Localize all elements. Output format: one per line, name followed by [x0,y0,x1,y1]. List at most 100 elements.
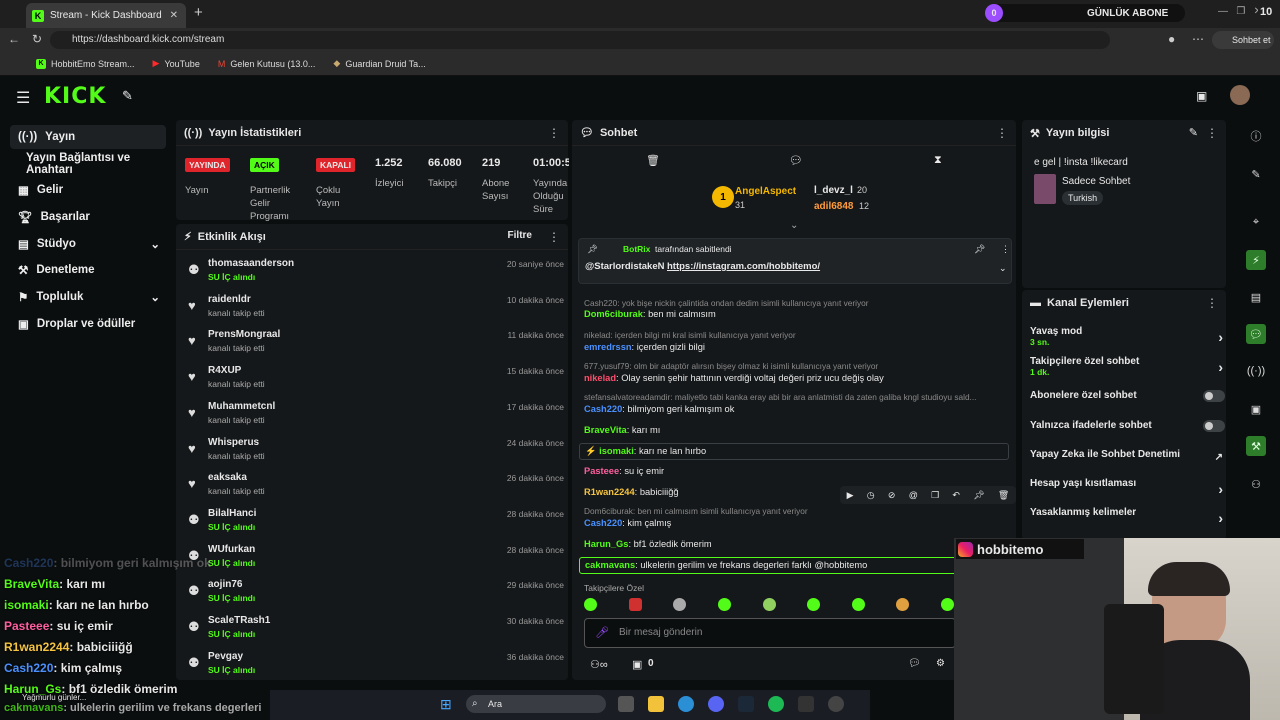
sidebar-item-droplar[interactable]: ▣ Droplar ve ödüller [10,312,166,336]
channel-action-row[interactable]: Yavaş mod 3 sn. › [1030,326,1225,350]
reload-icon[interactable]: ↻ [32,32,42,46]
browser-tab[interactable]: K Stream - Kick Dashboard ✕ [26,3,186,28]
close-tab-icon[interactable]: ✕ [170,10,178,21]
more-options-icon[interactable]: ⋮ [548,230,560,244]
hourglass-icon[interactable]: ⧗ [934,154,942,167]
info-icon[interactable]: ⓘ [1246,126,1266,146]
sidebar-item-stream-key[interactable]: Yayın Bağlantısı ve Anahtarı [18,152,178,176]
pinned-link[interactable]: https://instagram.com/hobbitemo/ [667,261,820,272]
chat-username[interactable]: nikelad [584,373,616,383]
chevron-down-icon[interactable]: ⌄ [999,263,1007,274]
toggle-switch[interactable] [1203,390,1225,402]
chat-bubble-icon[interactable]: 💬︎ [789,154,803,167]
chat-input[interactable]: 🎤︎ Bir mesaj gönderin [584,618,956,648]
edge-icon[interactable] [678,696,694,712]
activity-row[interactable]: ⚉ BilalHanci SU İÇ alındı 28 dakika önce [184,506,564,542]
chat-message[interactable]: ⚡ isomaki: karı ne lan hırbo [579,443,1009,460]
chat-message[interactable]: Pasteee: su iç emir [584,466,664,476]
chat-message[interactable]: nikelad: Olay senin şehir hattının verdi… [584,373,884,383]
chat-username[interactable]: cakmavans [585,560,635,570]
activity-row[interactable]: ⚉ thomasaanderson SU İÇ alındı 20 saniye ön… [184,256,564,292]
channel-action-row[interactable]: Takipçilere özel sohbet 1 dk. › [1030,356,1225,380]
more-options-icon[interactable]: ⋮ [548,126,560,140]
reply-icon[interactable]: ↶ [952,490,960,501]
chat-message[interactable]: Cash220: bilmiyom geri kalmışım ok [584,404,734,414]
chat-icon[interactable]: 💬︎ [1246,324,1266,344]
chat-username[interactable]: R1wan2244 [584,487,635,497]
chat-message[interactable]: cakmavans: ulkelerin gerilim ve frekans … [579,557,1009,574]
clock-icon[interactable]: ◷ [867,490,875,501]
activity-row[interactable]: ⚉ Pevgay SU İÇ alındı 36 dakika önce [184,649,564,680]
window-controls[interactable]: — ❐ ✕ [1218,6,1262,17]
settings-icon[interactable]: ⚙ [936,658,945,669]
file-explorer-icon[interactable] [648,696,664,712]
play-icon[interactable]: ▶ [847,490,854,501]
activity-row[interactable]: ♥ R4XUP kanalı takip etti 15 dakika önce [184,363,564,399]
sidebar-item-topluluk[interactable]: ⚑ Topluluk ⌄ [10,285,166,309]
chat-username[interactable]: Harun_Gs [584,539,628,549]
toggle-switch[interactable] [1203,420,1225,432]
profile-icon[interactable]: ● [1168,32,1175,46]
tools-icon[interactable]: ✎ [122,88,133,104]
activity-row[interactable]: ♥ eaksaka kanalı takip etti 26 dakika önce [184,470,564,506]
channel-action-row[interactable]: Abonelere özel sohbet [1030,390,1225,414]
unpin-icon[interactable]: 📌︎ [974,244,985,255]
bolt-icon[interactable]: ⚡︎ [1246,250,1266,270]
back-icon[interactable]: ← [8,32,20,46]
bookmark-hobbitemo[interactable]: K HobbitEmo Stream... [36,58,135,69]
activity-row[interactable]: ⚉ ScaleTRash1 SU İÇ alındı 30 dakika önce [184,613,564,649]
channel-action-row[interactable]: Yasaklanmış kelimeler › [1030,507,1225,531]
discord-icon[interactable] [708,696,724,712]
chat-message[interactable]: BraveVita: karı mı [584,425,660,435]
emote-icon[interactable] [717,598,731,611]
broadcast-icon[interactable]: ((·)) [1246,361,1266,381]
bookmark-youtube[interactable]: ▶ YouTube [153,58,200,69]
chat-username[interactable]: emredrssn [584,342,632,352]
sidebar-item-basarilar[interactable]: 🏆︎ Başarılar [10,205,166,229]
more-options-icon[interactable]: ⋮ [1206,296,1218,310]
filter-button[interactable]: Filtre [508,230,532,241]
chat-username[interactable]: Cash220 [584,518,622,528]
trash-icon[interactable]: 🗑︎ [646,154,660,167]
clipboard-icon[interactable]: ▤ [1246,287,1266,307]
copy-icon[interactable]: ❐ [931,490,939,501]
terminal-icon[interactable] [798,696,814,712]
copilot-chat-button[interactable]: Sohbet et [1212,31,1274,49]
chat-message[interactable]: Cash220: kim çalmış [584,518,671,528]
kick-logo[interactable]: KICK [44,84,106,109]
chat-username[interactable]: BraveVita [584,425,627,435]
url-field[interactable]: https://dashboard.kick.com/stream [50,31,1110,49]
emote-icon[interactable] [941,598,954,611]
chat-message[interactable]: Dom6ciburak: ben mi calmısım [584,309,716,319]
emote-icon[interactable] [762,598,776,611]
activity-row[interactable]: ⚉ aojin76 SU İÇ alındı 29 dakika önce [184,577,564,613]
obs-icon[interactable] [828,696,844,712]
dashboard-icon[interactable]: ▣ [1196,89,1207,103]
dashboard-icon[interactable]: ▣ [1246,399,1266,419]
hamburger-menu-icon[interactable]: ☰ [16,88,30,108]
sidebar-item-denetleme[interactable]: ⚒ Denetleme [10,258,166,282]
ban-icon[interactable]: ⊘ [888,490,896,501]
emote-icon[interactable] [584,598,597,611]
spotify-icon[interactable] [768,696,784,712]
gift-icon[interactable]: ▣ [632,658,642,671]
chat-username[interactable]: Dom6ciburak [584,309,643,319]
sidebar-item-studyo[interactable]: ▤ Stüdyo ⌄ [10,232,166,256]
task-view-icon[interactable] [618,696,634,712]
microphone-icon[interactable]: 🎤︎ [595,626,609,639]
more-options-icon[interactable]: ⋮ [1206,126,1218,140]
chat-username[interactable]: isomaki [599,446,634,456]
chat-username[interactable]: Cash220 [584,404,622,414]
bookmark-guardian-druid[interactable]: ◆ Guardian Druid Ta... [333,58,425,69]
more-menu-icon[interactable]: ⋯ [1192,32,1204,46]
emote-icon[interactable] [896,598,910,611]
activity-row[interactable]: ⚉ WUfurkan SU İÇ alındı 28 dakika önce [184,542,564,578]
channel-action-row[interactable]: Hesap yaşı kısıtlaması › [1030,478,1225,502]
activity-row[interactable]: ♥ PrensMongraal kanalı takip etti 11 dakika… [184,327,564,363]
chat-message[interactable]: R1wan2244: babiciiiğğ [584,487,679,497]
more-options-icon[interactable]: ⋮ [996,126,1008,140]
channel-action-row[interactable]: Yapay Zeka ile Sohbet Denetimi ↗ [1030,449,1225,473]
activity-row[interactable]: ♥ Muhammetcnl kanalı takip etti 17 dakika ö… [184,399,564,435]
steam-icon[interactable] [738,696,754,712]
chat-message[interactable]: emredrssn: içerden gizli bilgi [584,342,705,352]
